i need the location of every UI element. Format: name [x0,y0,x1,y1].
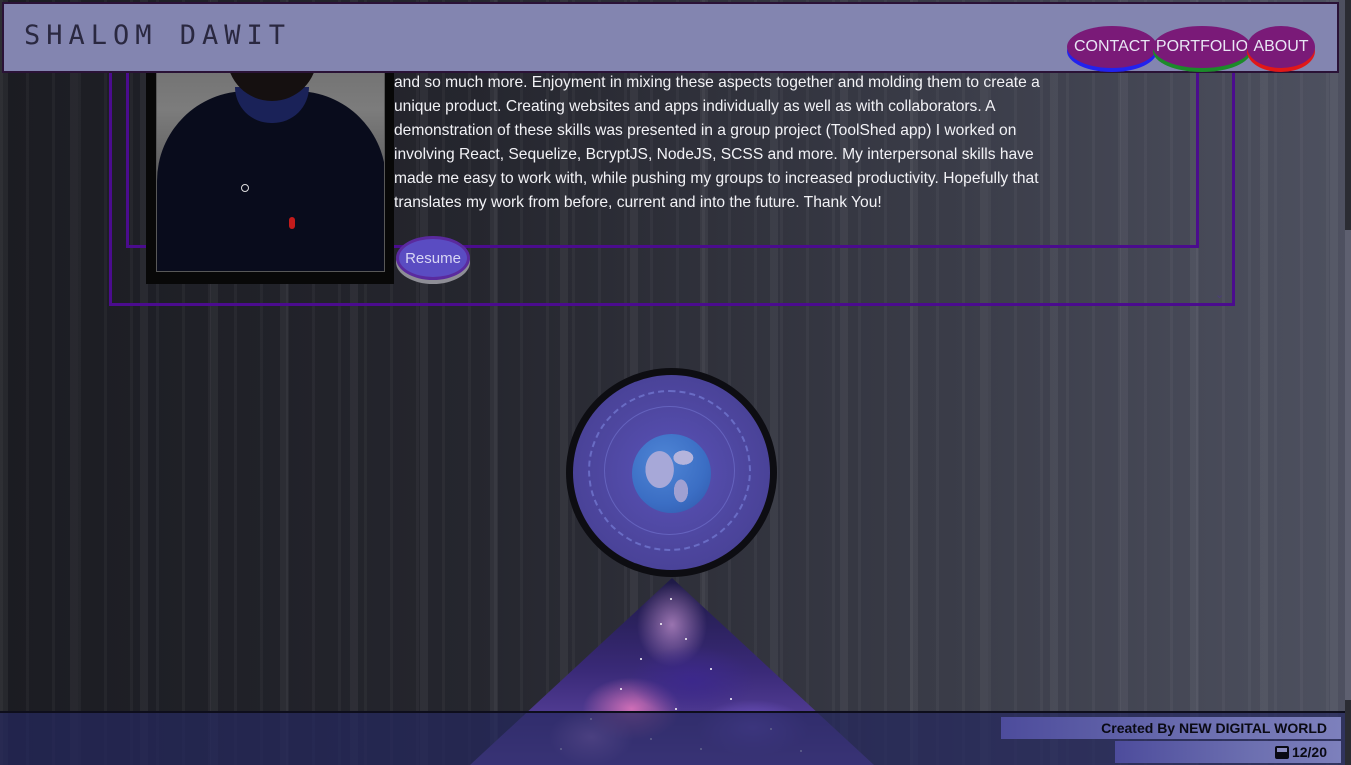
scrollbar[interactable] [1345,0,1351,765]
bus-icon [1274,745,1289,759]
footer-date: 12/20 [1291,744,1327,760]
about-bio-text: and so much more. Enjoyment in mixing th… [394,74,1040,211]
chevron-down-icon: ⌄ [1215,288,1225,301]
photo-shirt-logo [289,217,295,229]
scrollbar-thumb[interactable] [1345,230,1351,700]
photo-shirt-button [241,184,249,192]
main-nav: CONTACT PORTFOLIO ABOUT [1067,26,1315,68]
footer-date-row: 12/20 [1115,741,1341,763]
footer-credit: Created By NEW DIGITAL WORLD [1001,717,1341,739]
earth-icon [632,434,711,513]
nav-about-button[interactable]: ABOUT [1247,26,1315,68]
nav-contact-button[interactable]: CONTACT [1067,26,1157,68]
profile-photo [156,40,385,272]
site-header: SHALOM DAWIT CONTACT PORTFOLIO ABOUT [2,2,1339,73]
site-brand[interactable]: SHALOM DAWIT [24,20,291,51]
site-footer: Created By NEW DIGITAL WORLD 12/20 [0,711,1345,765]
nav-portfolio-button[interactable]: PORTFOLIO [1153,26,1251,68]
resume-button[interactable]: Resume [396,236,470,280]
